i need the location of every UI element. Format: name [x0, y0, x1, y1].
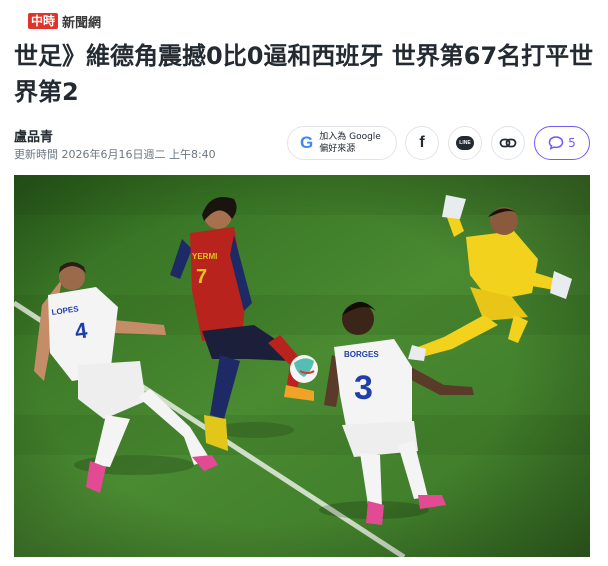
- comments-button[interactable]: 5: [534, 126, 590, 160]
- svg-text:3: 3: [354, 369, 373, 407]
- google-preferred-source-button[interactable]: G 加入為 Google 偏好來源: [287, 126, 397, 160]
- svg-text:7: 7: [196, 266, 207, 288]
- article-headline: 世足》維德角震撼0比0逼和西班牙 世界第67名打平世界第2: [14, 42, 594, 106]
- author-name[interactable]: 盧品青: [14, 126, 53, 145]
- copy-link-button[interactable]: [491, 126, 525, 160]
- svg-text:YERMI: YERMI: [192, 252, 217, 261]
- svg-text:BORGES: BORGES: [344, 350, 379, 359]
- article-photo[interactable]: 4 LOPES 7 YERMI 3 BORGES: [14, 175, 590, 557]
- google-label-line1: 加入為 Google: [319, 132, 381, 142]
- updated-timestamp: 更新時間 2026年6月16日週二 上午8:40: [14, 148, 216, 161]
- soccer-ball: [290, 355, 318, 383]
- google-label-line2: 偏好來源: [319, 144, 356, 154]
- facebook-icon: f: [419, 134, 425, 151]
- google-button-label: 加入為 Google 偏好來源: [319, 131, 381, 155]
- line-icon: LINE: [456, 136, 474, 150]
- line-share-button[interactable]: LINE: [448, 126, 482, 160]
- brand-logo[interactable]: 中時 新聞網: [28, 11, 101, 31]
- link-icon: [499, 138, 517, 148]
- facebook-share-button[interactable]: f: [405, 126, 439, 160]
- comment-bubble-icon: [548, 136, 564, 151]
- comment-count: 5: [568, 136, 576, 150]
- brand-badge: 中時: [28, 13, 59, 29]
- google-icon: G: [300, 133, 314, 152]
- brand-name: 新聞網: [62, 15, 102, 31]
